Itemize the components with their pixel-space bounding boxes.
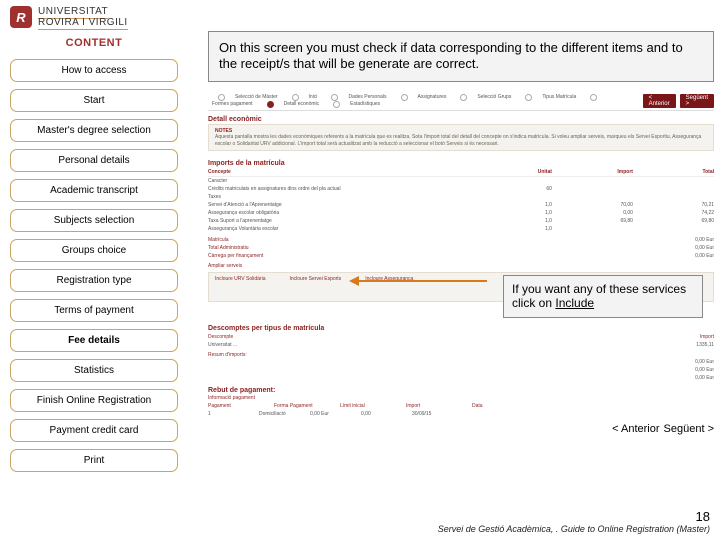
nav-item-13[interactable]: Print	[10, 449, 178, 472]
notes-box: NOTES Aquesta pantalla mostra les dades …	[208, 124, 714, 152]
nav-item-9[interactable]: Fee details	[10, 329, 178, 352]
nav-item-2[interactable]: Master's degree selection	[10, 119, 178, 142]
resum-row: 0,00 Eur	[208, 366, 714, 374]
nav-item-0[interactable]: How to access	[10, 59, 178, 82]
nav-item-7[interactable]: Registration type	[10, 269, 178, 292]
prev-button[interactable]: < Anterior	[643, 94, 676, 108]
descompte-head: Descompte Import	[208, 333, 714, 341]
service-link[interactable]: Incloure Servei Esports	[290, 276, 342, 282]
concept-row: Taxa Suport a l'aprenentatge1,069,8069,8…	[208, 217, 714, 225]
concepts-header: Concepte Unitat Import Total	[208, 168, 714, 177]
nav-item-6[interactable]: Groups choice	[10, 239, 178, 262]
service-link[interactable]: Incloure URV Solidària	[215, 276, 266, 282]
nav-item-12[interactable]: Payment credit card	[10, 419, 178, 442]
concept-row: Taxes	[208, 193, 714, 201]
resum-row: 0,00 Eur	[208, 358, 714, 366]
content-heading: CONTENT	[10, 31, 178, 59]
concept-row: Assegurança escolar obligatòria1,00,0074…	[208, 209, 714, 217]
imports-title: Imports de la matrícula	[208, 155, 714, 168]
prev-button-bottom[interactable]: < Anterior	[612, 423, 659, 435]
nav-item-8[interactable]: Terms of payment	[10, 299, 178, 322]
rebut-title: Rebut de pagament:	[208, 382, 714, 395]
footer-source: Servei de Gestió Acadèmica, . Guide to O…	[438, 524, 710, 534]
concept-row: Assegurança Voluntària escolar1,0	[208, 225, 714, 233]
nav-item-10[interactable]: Statistics	[10, 359, 178, 382]
nav-item-11[interactable]: Finish Online Registration	[10, 389, 178, 412]
rebut-values: 1Domiciliació0,00 Eur0,0030/09/15	[208, 409, 714, 417]
wizard-steps: Selecció de MàsterIniciDades PersonalsAs…	[208, 92, 714, 111]
services-box: Incloure URV Solidària Incloure Servei Es…	[208, 272, 714, 302]
nav-item-3[interactable]: Personal details	[10, 149, 178, 172]
concept-row: Caracter	[208, 177, 714, 185]
logo-text: UNIVERSITAT ROVIRA I VIRGILI	[38, 6, 128, 28]
rebut-headers: PagamentForma PagamentLímit inicialImpor…	[208, 401, 714, 409]
services-title: Ampliar serveis	[208, 260, 714, 269]
services-callout: If you want any of these services click …	[503, 275, 703, 318]
total-row: Càrrega per finançament0,00 Eur	[208, 252, 714, 260]
concept-row: Crèdits matriculats en assignatures dins…	[208, 185, 714, 193]
resum-title: Resum d'imports:	[208, 349, 714, 358]
sidebar: CONTENT How to access Start Master's degre…	[10, 31, 178, 479]
descompte-title: Descomptes per tipus de matrícula	[208, 320, 714, 333]
logo: R UNIVERSITAT ROVIRA I VIRGILI	[0, 0, 720, 31]
main-area: On this screen you must check if data co…	[178, 31, 714, 479]
nav-item-5[interactable]: Subjects selection	[10, 209, 178, 232]
page-number: 18	[438, 509, 710, 524]
nav-item-1[interactable]: Start	[10, 89, 178, 112]
total-row: Total Administratiu0,00 Eur	[208, 244, 714, 252]
total-row: Matrícula0,00 Eur	[208, 236, 714, 244]
nav-item-4[interactable]: Academic transcript	[10, 179, 178, 202]
instruction-callout: On this screen you must check if data co…	[208, 31, 714, 82]
concept-row: Servei d'Atenció a l'Aprenentatge1,070,0…	[208, 201, 714, 209]
section-detail-title: Detall econòmic	[208, 111, 714, 124]
resum-row: 0,00 Eur	[208, 374, 714, 382]
arrow-annotation	[357, 280, 487, 282]
next-button-bottom[interactable]: Següent >	[664, 423, 714, 435]
footer: 18 Servei de Gestió Acadèmica, . Guide t…	[438, 509, 710, 534]
logo-badge: R	[10, 6, 32, 28]
next-button[interactable]: Següent >	[680, 94, 714, 108]
descompte-row: Universitat ... 1335,11	[208, 341, 714, 349]
